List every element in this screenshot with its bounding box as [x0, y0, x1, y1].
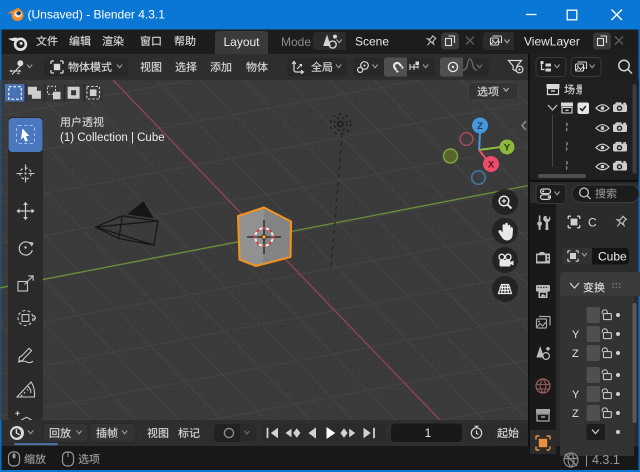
svg-text:Y: Y [572, 329, 580, 341]
svg-text:Z: Z [572, 408, 579, 420]
svg-text:Cube: Cube [598, 250, 627, 264]
svg-text:Z: Z [477, 121, 483, 132]
svg-text:Scene: Scene [355, 35, 389, 49]
svg-text:Y: Y [504, 143, 511, 154]
svg-text:C: C [588, 216, 597, 230]
svg-text:Mode: Mode [281, 35, 311, 49]
svg-text:(1) Collection | Cube: (1) Collection | Cube [60, 132, 165, 144]
svg-text:1: 1 [425, 426, 432, 440]
svg-text:ViewLayer: ViewLayer [524, 35, 580, 49]
svg-text:4.3.1: 4.3.1 [592, 453, 620, 467]
svg-text:Z: Z [572, 348, 579, 360]
svg-text:|: | [585, 453, 588, 467]
svg-text:(Unsaved) - Blender 4.3.1: (Unsaved) - Blender 4.3.1 [28, 8, 166, 22]
svg-text:X: X [488, 160, 495, 171]
svg-text:Layout: Layout [223, 35, 260, 49]
svg-text:Y: Y [572, 389, 580, 401]
